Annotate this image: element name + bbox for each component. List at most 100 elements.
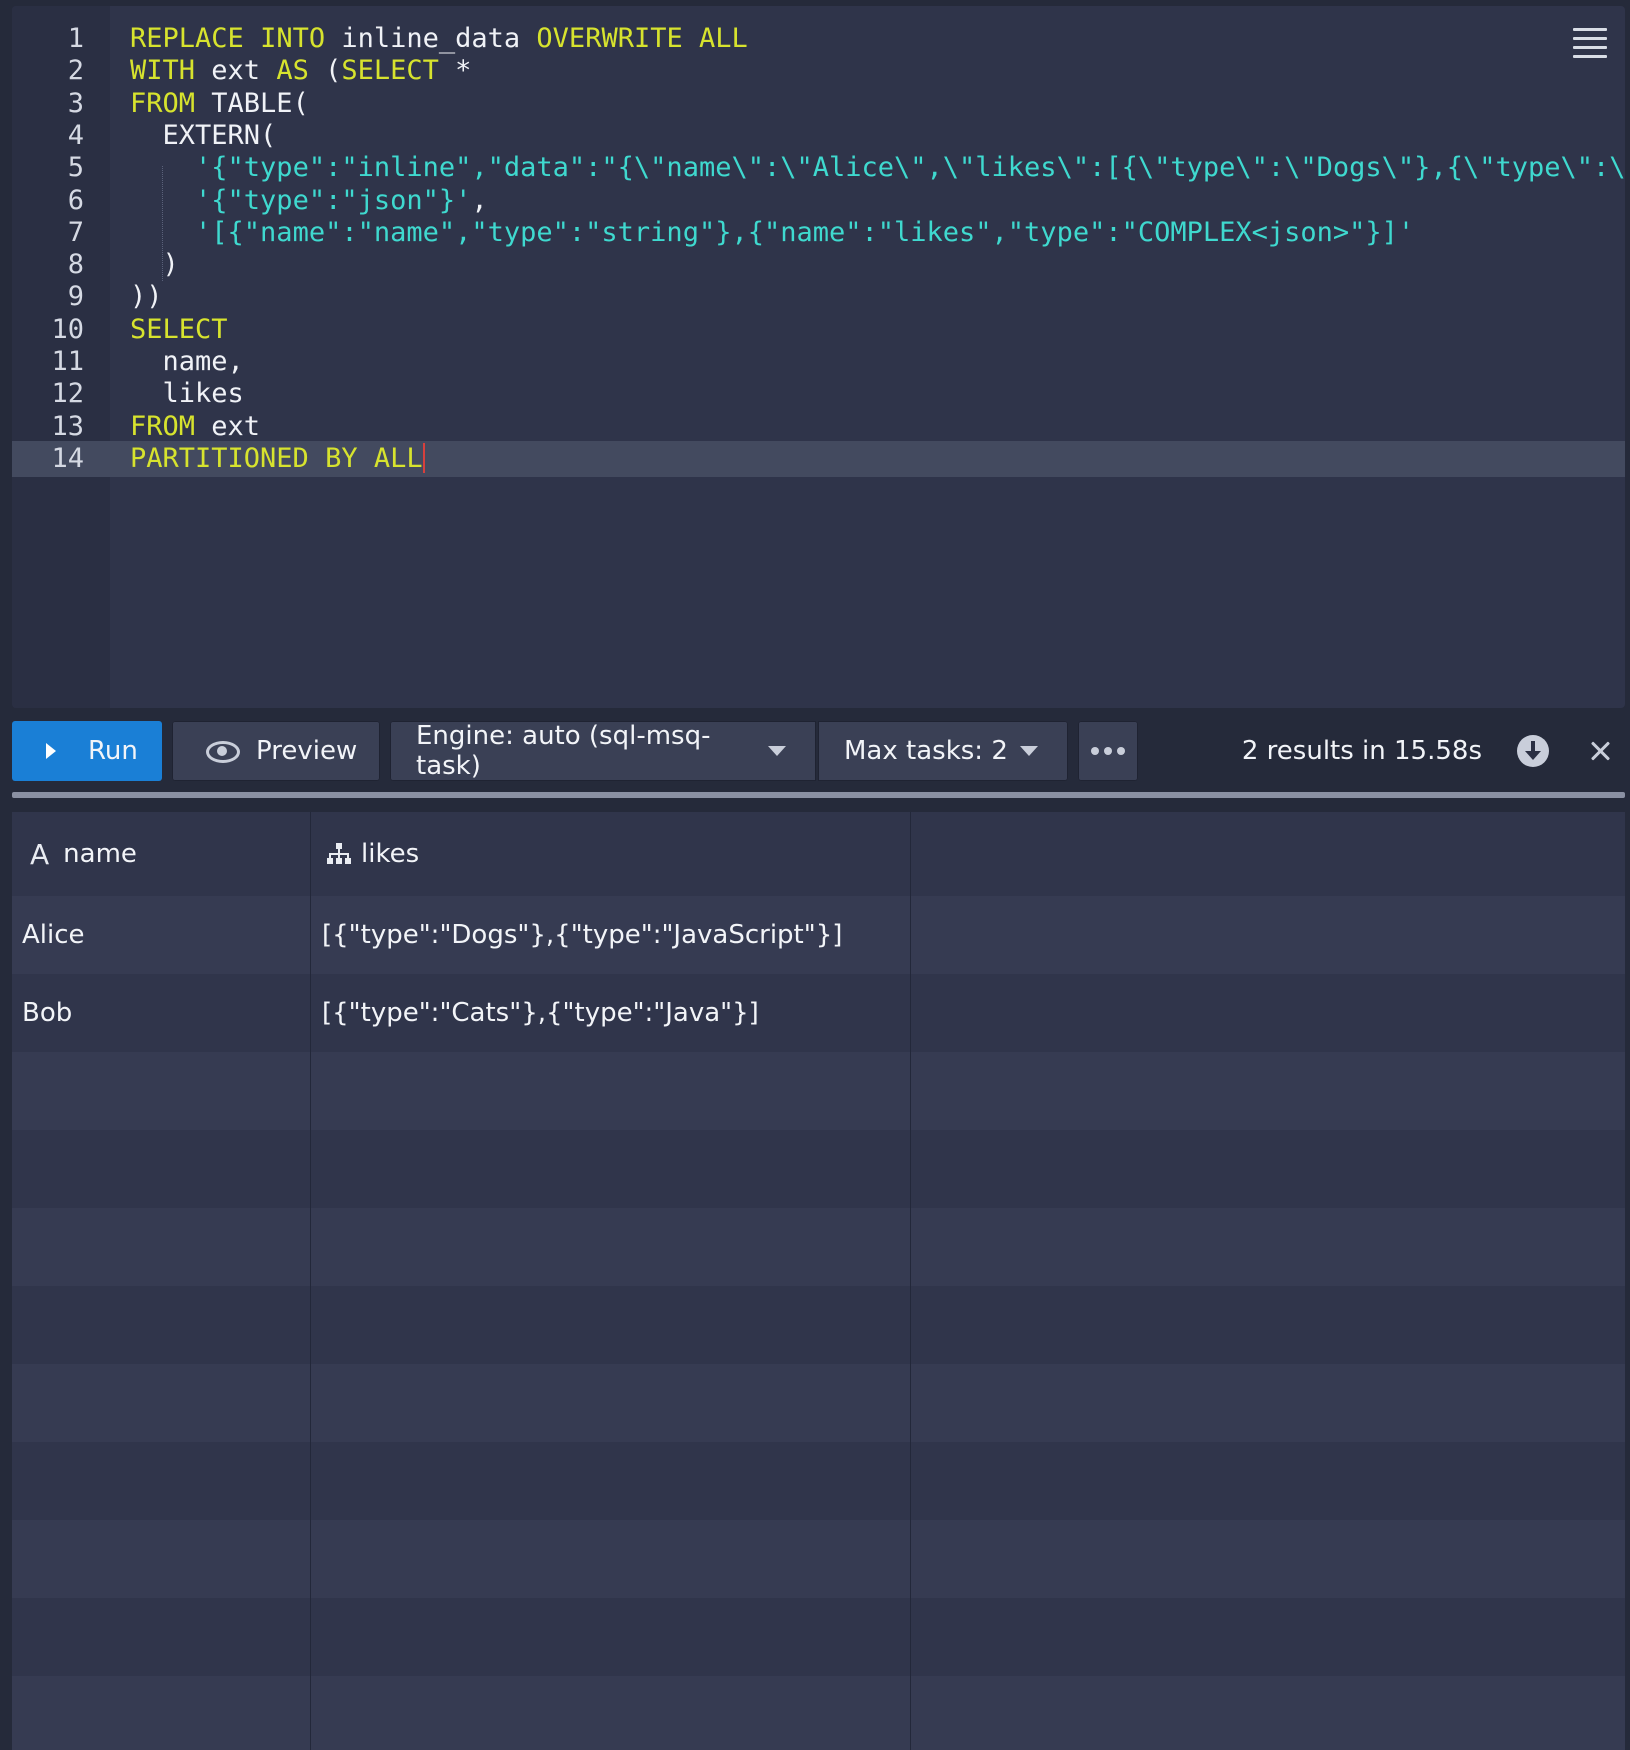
- caret-down-icon: [768, 746, 786, 756]
- code-line[interactable]: 6 '{"type":"json"}',: [12, 183, 1625, 219]
- code-token: ): [130, 249, 179, 281]
- code-token: '{"type":"inline","data":"{\"name\":\"Al…: [195, 152, 1625, 184]
- code-token: AS: [276, 55, 309, 87]
- table-cell: [311, 1598, 911, 1676]
- code-line[interactable]: 3 FROM TABLE(: [12, 86, 1625, 122]
- preview-button-label: Preview: [256, 736, 358, 766]
- engine-select[interactable]: Engine: auto (sql-msq-task): [390, 721, 816, 781]
- line-number: 12: [51, 378, 84, 410]
- code-line[interactable]: 4 EXTERN(: [12, 118, 1625, 154]
- table-cell: [311, 1442, 911, 1520]
- table-cell: [911, 1052, 1625, 1130]
- hamburger-menu-icon[interactable]: [1573, 28, 1607, 60]
- table-cell[interactable]: [{"type":"Dogs"},{"type":"JavaScript"}]: [311, 896, 911, 974]
- column-header-label: name: [63, 839, 137, 869]
- table-row: [12, 1598, 1625, 1677]
- results-table: A name likes Alice [{"type":"Dogs"},{"typ…: [12, 812, 1625, 1750]
- code-text: PARTITIONED BY ALL: [130, 441, 425, 477]
- code-token: OVERWRITE: [536, 23, 683, 54]
- code-line[interactable]: 13 FROM ext: [12, 409, 1625, 445]
- code-token: INTO: [260, 23, 326, 54]
- code-text: EXTERN(: [130, 118, 277, 154]
- line-number: 8: [67, 249, 84, 281]
- code-token: ext: [195, 410, 261, 442]
- line-number: 6: [67, 184, 84, 216]
- code-line[interactable]: 2 WITH ext AS (SELECT *: [12, 53, 1625, 89]
- table-row: [12, 1676, 1625, 1750]
- code-token: WITH: [130, 55, 196, 87]
- line-number: 13: [51, 410, 84, 442]
- pane-resize-handle[interactable]: [12, 792, 1625, 798]
- table-cell[interactable]: Alice: [12, 896, 311, 974]
- code-line[interactable]: 5 '{"type":"inline","data":"{\"name\":\"…: [12, 150, 1625, 186]
- table-cell: [911, 1598, 1625, 1676]
- table-cell: [12, 1520, 311, 1598]
- code-text: FROM ext: [130, 409, 260, 445]
- line-number: 4: [67, 119, 84, 151]
- table-cell: [311, 1520, 911, 1598]
- table-cell[interactable]: Bob: [12, 974, 311, 1052]
- table-cell: [12, 1442, 311, 1520]
- code-token: FROM: [130, 410, 196, 442]
- code-text: likes: [130, 376, 244, 412]
- max-tasks-label: Max tasks: 2: [844, 736, 1008, 766]
- line-number: 7: [67, 216, 84, 248]
- code-line[interactable]: 10 SELECT: [12, 312, 1625, 348]
- table-row: [12, 1442, 1625, 1521]
- table-cell: [12, 1676, 311, 1750]
- max-tasks-select[interactable]: Max tasks: 2: [818, 721, 1068, 781]
- line-number: 5: [67, 152, 84, 184]
- code-line[interactable]: 9)): [12, 279, 1625, 315]
- code-token: TABLE(: [195, 87, 309, 119]
- line-number: 10: [51, 313, 84, 345]
- code-line[interactable]: 7 '[{"name":"name","type":"string"},{"na…: [12, 215, 1625, 251]
- code-token: EXTERN(: [130, 119, 277, 151]
- table-cell: [911, 1520, 1625, 1598]
- close-icon[interactable]: [1584, 735, 1616, 767]
- code-token: PARTITIONED: [130, 442, 309, 474]
- code-text: WITH ext AS (SELECT *: [130, 53, 471, 89]
- line-number: 3: [67, 87, 84, 119]
- code-text: )): [130, 279, 163, 315]
- table-cell: [911, 1208, 1625, 1286]
- run-button-label: Run: [88, 736, 138, 766]
- text-cursor: [422, 442, 425, 473]
- table-cell: [311, 1286, 911, 1364]
- indent-guide: [162, 166, 163, 281]
- code-token: BY: [325, 442, 358, 474]
- play-icon: [46, 743, 56, 759]
- code-text: REPLACE INTO inline_data OVERWRITE ALL: [130, 21, 748, 57]
- caret-down-icon: [1020, 746, 1038, 756]
- table-cell: [911, 896, 1625, 974]
- code-token: '{"type":"json"}': [195, 184, 472, 216]
- code-token: inline_data: [325, 23, 537, 54]
- table-cell: [911, 1442, 1625, 1520]
- code-text: ): [130, 247, 179, 283]
- more-options-button[interactable]: [1078, 721, 1138, 781]
- code-text: '{"type":"inline","data":"{\"name\":\"Al…: [130, 150, 1625, 186]
- table-cell: [311, 1208, 911, 1286]
- more-icon: [1091, 747, 1125, 755]
- code-text: '{"type":"json"}',: [130, 183, 488, 219]
- code-token: ext: [195, 55, 277, 87]
- column-header-likes[interactable]: likes: [311, 812, 911, 896]
- sql-editor[interactable]: 1 REPLACE INTO inline_data OVERWRITE ALL 2…: [12, 6, 1625, 708]
- table-row: [12, 1208, 1625, 1287]
- code-line[interactable]: 11 name,: [12, 344, 1625, 380]
- code-line[interactable]: 8 ): [12, 247, 1625, 283]
- table-row: [12, 1052, 1625, 1131]
- table-cell[interactable]: [{"type":"Cats"},{"type":"Java"}]: [311, 974, 911, 1052]
- column-header-name[interactable]: A name: [12, 812, 311, 896]
- code-line[interactable]: 1 REPLACE INTO inline_data OVERWRITE ALL: [12, 21, 1625, 57]
- table-cell: [12, 1364, 311, 1442]
- preview-button[interactable]: Preview: [172, 721, 380, 781]
- download-icon[interactable]: [1517, 735, 1549, 767]
- query-toolbar: Run Preview Engine: auto (sql-msq-task) …: [12, 721, 1625, 781]
- line-number: 11: [51, 346, 84, 377]
- code-line[interactable]: 12 likes: [12, 376, 1625, 412]
- code-line[interactable]: 14 PARTITIONED BY ALL: [12, 440, 1625, 477]
- run-button[interactable]: Run: [12, 721, 162, 781]
- table-cell: [911, 1130, 1625, 1208]
